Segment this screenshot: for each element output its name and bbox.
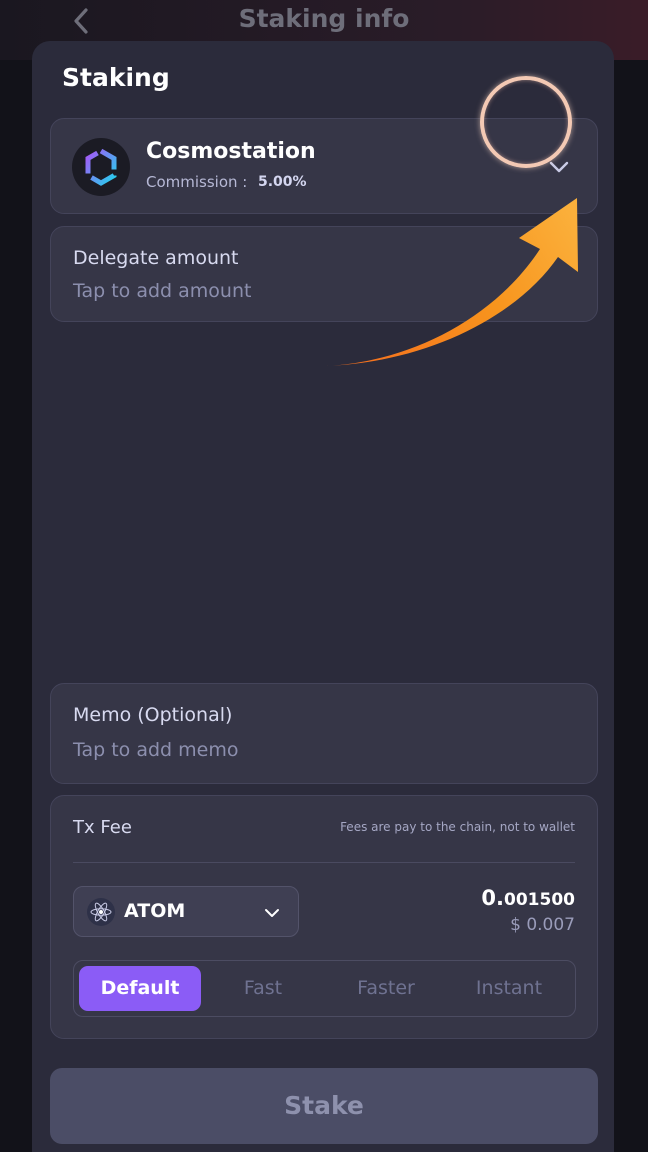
top-bar: Staking info — [0, 0, 648, 42]
tx-fee-title: Tx Fee — [73, 817, 132, 838]
commission-value: 5.00% — [258, 174, 307, 190]
speed-default-button[interactable]: Default — [79, 966, 201, 1011]
tx-fee-card: Tx Fee Fees are pay to the chain, not to… — [50, 795, 598, 1039]
memo-field[interactable]: Memo (Optional) Tap to add memo — [50, 683, 598, 784]
highlight-ring — [480, 76, 572, 168]
usd-int: 0. — [526, 915, 543, 935]
fee-amount-dec: 001500 — [504, 890, 575, 910]
delegate-amount-label: Delegate amount — [73, 247, 239, 269]
fee-token-select[interactable]: ATOM — [73, 886, 299, 937]
divider — [73, 862, 575, 863]
staking-sheet: Staking Cosmostation Commission : 5.00% … — [32, 41, 614, 1152]
usd-symbol: $ — [510, 915, 521, 935]
fee-token-name: ATOM — [124, 900, 186, 922]
fee-amount-int: 0. — [481, 886, 505, 910]
delegate-amount-placeholder: Tap to add amount — [73, 280, 252, 302]
fee-usd-value: $ 0.007 — [510, 915, 575, 935]
fee-amount: 0.001500 — [481, 886, 575, 910]
speed-fast-button[interactable]: Fast — [202, 966, 324, 1011]
delegate-amount-field[interactable]: Delegate amount Tap to add amount — [50, 226, 598, 322]
speed-instant-button[interactable]: Instant — [448, 966, 570, 1011]
stake-button[interactable]: Stake — [50, 1068, 598, 1144]
memo-placeholder: Tap to add memo — [73, 739, 239, 761]
memo-label: Memo (Optional) — [73, 704, 233, 726]
page-title: Staking info — [238, 4, 410, 33]
chevron-down-icon — [265, 909, 279, 917]
fee-note: Fees are pay to the chain, not to wallet — [340, 820, 575, 834]
cosmostation-logo-icon — [72, 138, 130, 196]
validator-name: Cosmostation — [146, 139, 316, 164]
atom-icon — [87, 898, 115, 926]
usd-dec: 007 — [542, 915, 575, 935]
fee-speed-selector: Default Fast Faster Instant — [73, 960, 576, 1017]
sheet-title: Staking — [62, 63, 170, 92]
speed-faster-button[interactable]: Faster — [325, 966, 447, 1011]
commission-label: Commission : — [146, 173, 248, 191]
